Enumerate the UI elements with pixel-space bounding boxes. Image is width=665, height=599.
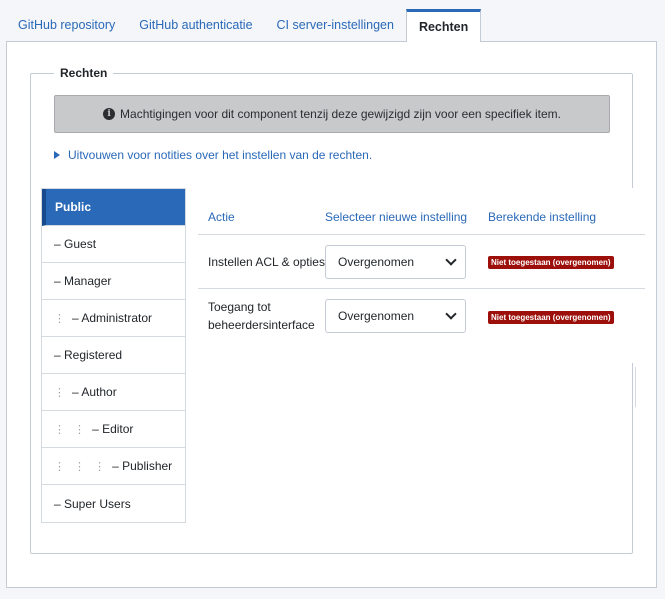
notes-expander-label: Uitvouwen voor notities over het instell… xyxy=(68,148,373,162)
group-public[interactable]: Public xyxy=(42,189,186,226)
table-row: Instellen ACL & opties Overgenomen Niet … xyxy=(198,235,645,289)
chevron-down-icon xyxy=(445,253,457,266)
indent-dots: ⋮ ⋮ ⋮ xyxy=(54,460,109,473)
indent-dots: ⋮ xyxy=(54,312,68,325)
group-author[interactable]: ⋮ – Author xyxy=(42,374,186,411)
tab-panel: Rechten i Machtigingen voor dit componen… xyxy=(6,41,657,588)
tab-rechten[interactable]: Rechten xyxy=(405,9,482,42)
tab-github-authenticatie[interactable]: GitHub authenticatie xyxy=(127,8,264,41)
triangle-right-icon xyxy=(54,151,60,159)
computed-cell: Niet toegestaan (overgenomen) xyxy=(488,309,645,324)
user-group-list: Public – Guest – Manager ⋮ – Administrat… xyxy=(41,188,186,523)
fieldset-legend: Rechten xyxy=(54,66,114,80)
panel-divider xyxy=(635,367,636,407)
group-editor[interactable]: ⋮ ⋮ – Editor xyxy=(42,411,186,448)
group-registered[interactable]: – Registered xyxy=(42,337,186,374)
tab-ci-server-instellingen[interactable]: CI server-instellingen xyxy=(265,8,406,41)
setting-select-value: Overgenomen xyxy=(338,254,415,269)
action-label: Instellen ACL & opties xyxy=(208,254,325,269)
setting-cell: Overgenomen xyxy=(325,244,488,279)
indent-dots: ⋮ xyxy=(54,386,68,399)
chevron-down-icon xyxy=(445,308,457,320)
group-label: – Author xyxy=(72,385,117,399)
status-badge: Niet toegestaan (overgenomen) xyxy=(488,310,614,324)
info-alert-text: Machtigingen voor dit component tenzij d… xyxy=(120,107,561,121)
notes-expander[interactable]: Uitvouwen voor notities over het instell… xyxy=(54,148,372,162)
indent-dots: ⋮ ⋮ xyxy=(54,423,89,436)
info-alert: i Machtigingen voor dit component tenzij… xyxy=(54,95,610,133)
group-super-users[interactable]: – Super Users xyxy=(42,485,186,522)
tab-github-repository[interactable]: GitHub repository xyxy=(6,8,127,41)
group-label: – Publisher xyxy=(112,459,173,473)
setting-select[interactable]: Overgenomen xyxy=(325,244,466,279)
header-select: Selecteer nieuwe instelling xyxy=(325,210,468,224)
group-label: Public xyxy=(55,200,92,214)
group-label: – Guest xyxy=(54,237,97,251)
status-badge: Niet toegestaan (overgenomen) xyxy=(488,256,614,269)
group-label: – Super Users xyxy=(54,496,131,511)
group-label: – Administrator xyxy=(72,311,153,325)
group-label: – Registered xyxy=(54,348,123,362)
group-label: – Manager xyxy=(54,274,112,288)
setting-cell: Overgenomen xyxy=(325,299,488,333)
table-header: Actie Selecteer nieuwe instelling Bereke… xyxy=(198,200,645,235)
action-label: Toegang tot beheerdersinterface xyxy=(208,300,315,332)
setting-select-value: Overgenomen xyxy=(338,309,415,323)
group-administrator[interactable]: ⋮ – Administrator xyxy=(42,300,186,337)
group-guest[interactable]: – Guest xyxy=(42,226,186,263)
computed-cell: Niet toegestaan (overgenomen) xyxy=(488,254,645,269)
group-publisher[interactable]: ⋮ ⋮ ⋮ – Publisher xyxy=(42,448,186,485)
tab-bar: GitHub repository GitHub authenticatie C… xyxy=(6,8,482,42)
permissions-table: Actie Selecteer nieuwe instelling Bereke… xyxy=(198,200,645,343)
header-computed: Berekende instelling xyxy=(488,210,597,224)
group-manager[interactable]: – Manager xyxy=(42,263,186,300)
setting-select[interactable]: Overgenomen xyxy=(325,299,466,333)
permissions-table-panel: Actie Selecteer nieuwe instelling Bereke… xyxy=(185,188,645,363)
table-row: Toegang tot beheerdersinterface Overgeno… xyxy=(198,289,645,343)
page: GitHub repository GitHub authenticatie C… xyxy=(0,0,665,599)
header-action: Actie xyxy=(208,210,235,224)
info-icon: i xyxy=(103,108,116,120)
group-label: – Editor xyxy=(92,422,134,436)
